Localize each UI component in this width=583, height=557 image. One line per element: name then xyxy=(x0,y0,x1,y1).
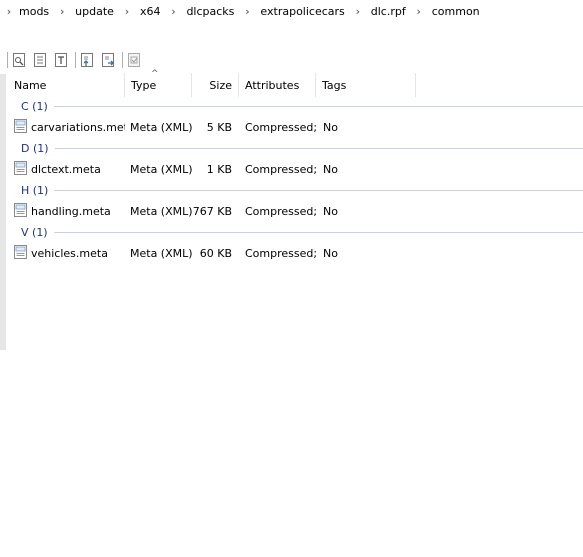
file-attributes: Compressed; xyxy=(245,162,316,176)
file-list: C (1) carvariations.meta Meta (XML) 5 KB… xyxy=(8,97,583,265)
meta-file-icon xyxy=(14,118,27,136)
breadcrumb-item-dlc-rpf[interactable]: dlc.rpf xyxy=(370,5,407,18)
file-size: 5 KB xyxy=(206,120,232,134)
chevron-right-icon[interactable]: › xyxy=(50,5,74,18)
group-divider xyxy=(54,148,583,149)
text-icon[interactable] xyxy=(53,52,69,68)
breadcrumb-item-update[interactable]: update xyxy=(74,5,115,18)
file-row[interactable]: handling.meta Meta (XML) 767 KB Compress… xyxy=(8,199,583,223)
group-divider xyxy=(54,190,583,191)
meta-file-icon xyxy=(14,244,27,262)
file-tags: No xyxy=(323,246,338,260)
chevron-right-icon[interactable]: › xyxy=(0,5,18,18)
defragment-icon[interactable] xyxy=(126,52,142,68)
chevron-right-icon[interactable]: › xyxy=(161,5,185,18)
file-tags: No xyxy=(323,162,338,176)
file-attributes: Compressed; xyxy=(245,204,316,218)
group-label: D (1) xyxy=(21,141,49,155)
group-header-c[interactable]: C (1) xyxy=(8,97,583,115)
group-label: H (1) xyxy=(21,183,49,197)
breadcrumb-item-common[interactable]: common xyxy=(431,5,481,18)
chevron-right-icon[interactable]: › xyxy=(407,5,431,18)
file-name: carvariations.meta xyxy=(31,120,125,134)
chevron-right-icon[interactable]: › xyxy=(346,5,370,18)
chevron-right-icon[interactable]: › xyxy=(235,5,259,18)
sort-ascending-icon: ^ xyxy=(151,69,159,79)
breadcrumb: › mods › update › x64 › dlcpacks › extra… xyxy=(0,0,583,22)
breadcrumb-item-dlcpacks[interactable]: dlcpacks xyxy=(185,5,235,18)
group-label: V (1) xyxy=(21,225,48,239)
group-header-d[interactable]: D (1) xyxy=(8,139,583,157)
file-attributes: Compressed; xyxy=(245,246,316,260)
column-header-type[interactable]: Type ^ xyxy=(125,69,192,97)
file-name: handling.meta xyxy=(31,204,111,218)
group-divider xyxy=(53,106,583,107)
file-size: 1 KB xyxy=(206,162,232,176)
file-row[interactable]: vehicles.meta Meta (XML) 60 KB Compresse… xyxy=(8,241,583,265)
file-name: dlctext.meta xyxy=(31,162,101,176)
file-tags: No xyxy=(323,204,338,218)
group-header-h[interactable]: H (1) xyxy=(8,181,583,199)
file-type: Meta (XML) xyxy=(130,204,192,218)
group-divider xyxy=(53,232,583,233)
export-icon[interactable] xyxy=(100,52,116,68)
group-header-v[interactable]: V (1) xyxy=(8,223,583,241)
breadcrumb-item-x64[interactable]: x64 xyxy=(139,5,162,18)
column-header-tags[interactable]: Tags xyxy=(316,73,416,97)
file-row[interactable]: carvariations.meta Meta (XML) 5 KB Compr… xyxy=(8,115,583,139)
meta-file-icon xyxy=(14,160,27,178)
column-header-row: Name Type ^ Size Attributes Tags xyxy=(8,69,583,97)
breadcrumb-item-extrapolicecars[interactable]: extrapolicecars xyxy=(259,5,345,18)
file-tags: No xyxy=(323,120,338,134)
file-type: Meta (XML) xyxy=(130,162,192,176)
file-attributes: Compressed; xyxy=(245,120,316,134)
toolbar-divider xyxy=(122,52,123,68)
column-header-size[interactable]: Size xyxy=(192,73,239,97)
column-header-name[interactable]: Name xyxy=(8,73,125,97)
toolbar xyxy=(6,50,147,70)
file-type: Meta (XML) xyxy=(130,120,192,134)
breadcrumb-item-mods[interactable]: mods xyxy=(18,5,50,18)
file-row[interactable]: dlctext.meta Meta (XML) 1 KB Compressed;… xyxy=(8,157,583,181)
file-size: 767 KB xyxy=(192,204,232,218)
view-icon[interactable] xyxy=(11,52,27,68)
navigation-pane-edge[interactable] xyxy=(0,74,6,350)
properties-icon[interactable] xyxy=(32,52,48,68)
group-label: C (1) xyxy=(21,99,48,113)
toolbar-divider xyxy=(75,52,76,68)
file-size: 60 KB xyxy=(199,246,232,260)
import-icon[interactable] xyxy=(79,52,95,68)
column-header-attributes[interactable]: Attributes xyxy=(239,73,316,97)
chevron-right-icon[interactable]: › xyxy=(115,5,139,18)
meta-file-icon xyxy=(14,202,27,220)
toolbar-divider xyxy=(7,52,8,68)
column-header-type-label: Type xyxy=(131,78,157,92)
file-name: vehicles.meta xyxy=(31,246,108,260)
file-type: Meta (XML) xyxy=(130,246,192,260)
